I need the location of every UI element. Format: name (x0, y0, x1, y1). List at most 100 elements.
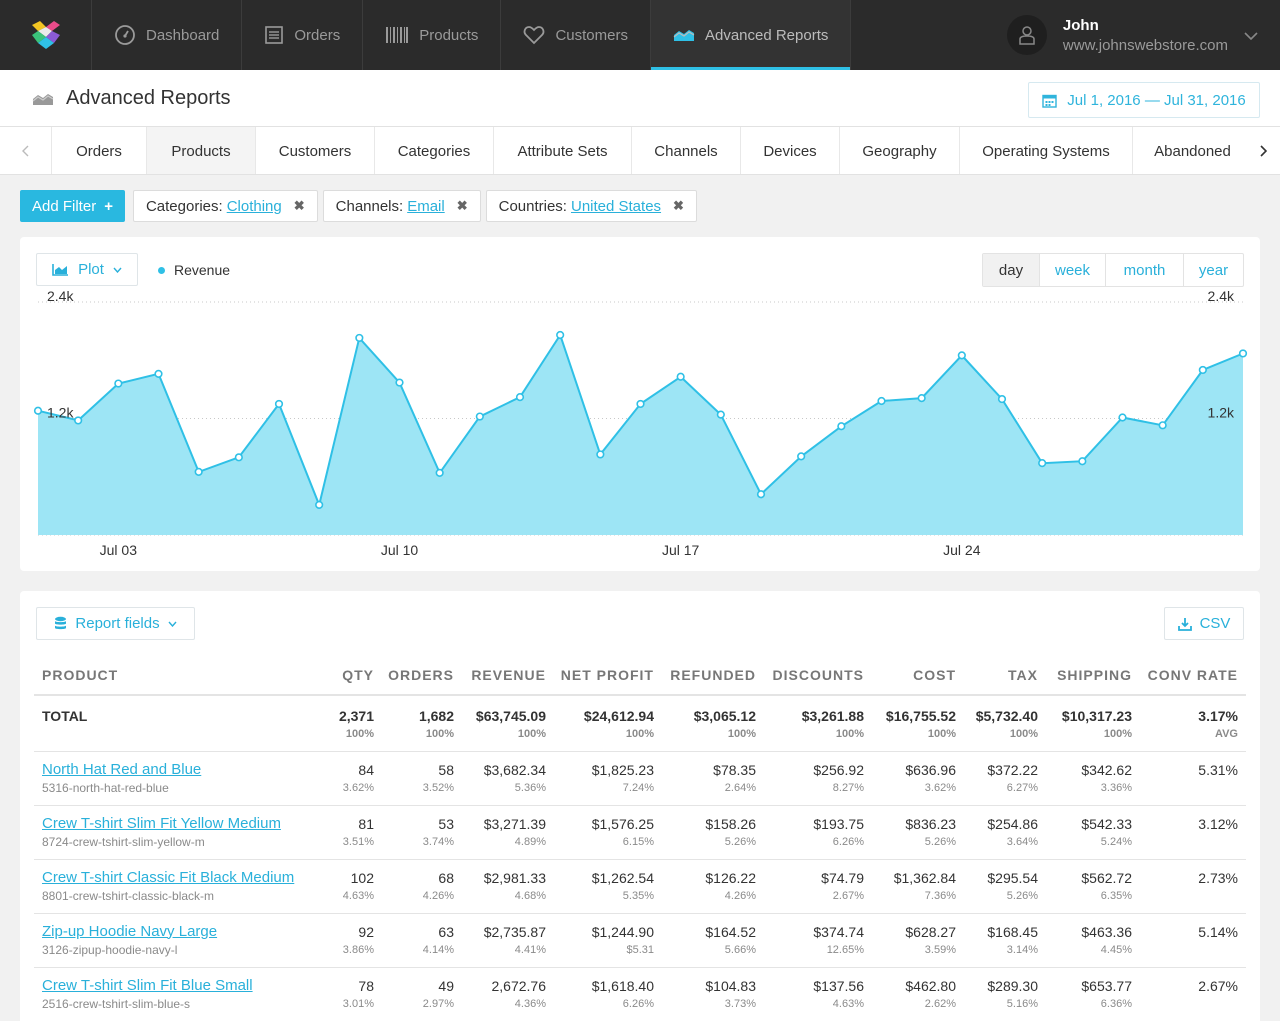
cell-value: $158.26 (705, 815, 756, 832)
table-row: North Hat Red and Blue 5316-north-hat-red… (34, 751, 1246, 806)
product-link[interactable]: North Hat Red and Blue (42, 761, 316, 778)
csv-export-button[interactable]: CSV (1164, 607, 1244, 640)
filter-value[interactable]: Clothing (227, 198, 282, 215)
column-header[interactable]: REFUNDED (662, 655, 764, 696)
metric-cell: $254.86 3.64% (964, 805, 1046, 860)
cell-share: 3.62% (342, 781, 374, 794)
period-month[interactable]: month (1105, 254, 1183, 286)
tab-channels[interactable]: Channels (632, 127, 741, 174)
filter-key: Countries: (498, 197, 567, 215)
column-header[interactable]: NET PROFIT (554, 655, 662, 696)
metric-cell: 5.14% (1140, 913, 1246, 968)
metric-cell: $372.22 6.27% (964, 751, 1046, 806)
chevron-down-icon (113, 267, 122, 273)
logo-icon (31, 21, 60, 49)
cell-share: 3.51% (342, 835, 374, 848)
tab-geography[interactable]: Geography (840, 127, 960, 174)
x-tick-label: Jul 10 (381, 542, 419, 558)
table-row: Crew T-shirt Classic Fit Black Medium 880… (34, 859, 1246, 914)
table-header-row: PRODUCT QTY ORDERS REVENUE NET PROFIT RE… (34, 655, 1246, 696)
tabs-scroll-right[interactable] (1246, 127, 1280, 174)
cell-value: 2,672.76 (491, 977, 547, 994)
column-header[interactable]: COST (872, 655, 964, 696)
add-filter-button[interactable]: Add Filter + (20, 190, 125, 222)
column-header[interactable]: REVENUE (462, 655, 554, 696)
total-cell: 2,371 100% (324, 695, 382, 752)
filter-key: Channels: (335, 197, 404, 215)
close-icon[interactable]: ✖ (673, 198, 684, 214)
cell-share: AVG (1214, 728, 1238, 740)
page-header: Advanced Reports Jul 1, 2016 — Jul 31, 2… (0, 70, 1280, 127)
nav-products[interactable]: Products (363, 0, 502, 70)
report-fields-dropdown[interactable]: Report fields (36, 607, 195, 640)
product-cell: Crew T-shirt Slim Fit Yellow Medium 8724-… (34, 805, 324, 860)
period-week[interactable]: week (1039, 254, 1105, 286)
user-name: John (1062, 16, 1099, 34)
product-link[interactable]: Crew T-shirt Classic Fit Black Medium (42, 869, 316, 886)
data-point (1038, 459, 1047, 468)
cell-value: 102 (350, 869, 374, 886)
column-header[interactable]: ORDERS (382, 655, 462, 696)
period-year[interactable]: year (1183, 254, 1243, 286)
nav-dashboard[interactable]: Dashboard (92, 0, 243, 70)
tab-abandoned[interactable]: Abandoned (1133, 127, 1253, 174)
tab-operating-systems[interactable]: Operating Systems (960, 127, 1133, 174)
filter-bar: Add Filter + Categories: Clothing ✖ Chan… (20, 190, 702, 222)
cell-value: 2.73% (1198, 869, 1238, 886)
nav-customers[interactable]: Customers (501, 0, 651, 70)
column-header[interactable]: PRODUCT (34, 655, 324, 696)
tab-orders[interactable]: Orders (52, 127, 147, 174)
column-header[interactable]: SHIPPING (1046, 655, 1140, 696)
date-range-picker[interactable]: Jul 1, 2016 — Jul 31, 2016 (1028, 82, 1260, 118)
metric-cell: $342.62 3.36% (1046, 751, 1140, 806)
tab-products[interactable]: Products (147, 127, 256, 174)
metric-cell: $562.72 6.35% (1046, 859, 1140, 914)
user-menu[interactable]: John www.johnswebstore.com (1006, 0, 1280, 70)
data-point (1118, 413, 1127, 422)
cell-share: 100% (1009, 728, 1038, 740)
cell-share: 6.26% (622, 997, 654, 1010)
metric-cell: $137.56 4.63% (764, 967, 872, 1021)
tab-categories[interactable]: Categories (375, 127, 494, 174)
period-day[interactable]: day (983, 254, 1039, 286)
tabs-scroll-left[interactable] (0, 127, 52, 174)
tab-devices[interactable]: Devices (741, 127, 840, 174)
plot-type-dropdown[interactable]: Plot (36, 253, 138, 286)
cell-value: $126.22 (705, 869, 756, 886)
total-cell: $10,317.23 100% (1046, 695, 1140, 752)
cell-value: $24,612.94 (583, 708, 654, 724)
metric-cell: $256.92 8.27% (764, 751, 872, 806)
column-header[interactable]: DISCOUNTS (764, 655, 872, 696)
column-header[interactable]: TAX (964, 655, 1046, 696)
column-header[interactable]: QTY (324, 655, 382, 696)
cell-share: 2.97% (422, 997, 454, 1010)
product-link[interactable]: Zip-up Hoodie Navy Large (42, 923, 316, 940)
product-link[interactable]: Crew T-shirt Slim Fit Yellow Medium (42, 815, 316, 832)
filter-value[interactable]: Email (407, 198, 445, 215)
product-link[interactable]: Crew T-shirt Slim Fit Blue Small (42, 977, 316, 994)
filter-value[interactable]: United States (571, 198, 661, 215)
nav-orders[interactable]: Orders (242, 0, 364, 70)
table-row: Crew T-shirt Slim Fit Yellow Medium 8724-… (34, 805, 1246, 860)
total-cell: $63,745.09 100% (462, 695, 554, 752)
close-icon[interactable]: ✖ (294, 198, 305, 214)
cell-share: 8.27% (832, 781, 864, 794)
period-selector: day week month year (982, 253, 1244, 287)
data-point (837, 422, 846, 431)
tab-attribute-sets[interactable]: Attribute Sets (494, 127, 632, 174)
filter-key: Categories: (145, 197, 223, 215)
cell-value: $3,682.34 (483, 761, 546, 778)
total-cell: $3,065.12 100% (662, 695, 764, 752)
close-icon[interactable]: ✖ (457, 198, 468, 214)
nav-advanced-reports[interactable]: Advanced Reports (650, 0, 852, 70)
reports-title-icon (32, 92, 54, 109)
chevron-down-icon[interactable] (1244, 27, 1258, 43)
tab-customers[interactable]: Customers (256, 127, 375, 174)
app-logo[interactable] (0, 0, 92, 70)
metric-cell: $3,682.34 5.36% (462, 751, 554, 806)
cell-value: $1,825.23 (591, 761, 654, 778)
cell-share: 3.14% (1006, 943, 1038, 956)
metric-cell: 84 3.62% (324, 751, 382, 806)
cell-share: 4.89% (514, 835, 546, 848)
column-header[interactable]: CONV RATE (1140, 655, 1246, 696)
